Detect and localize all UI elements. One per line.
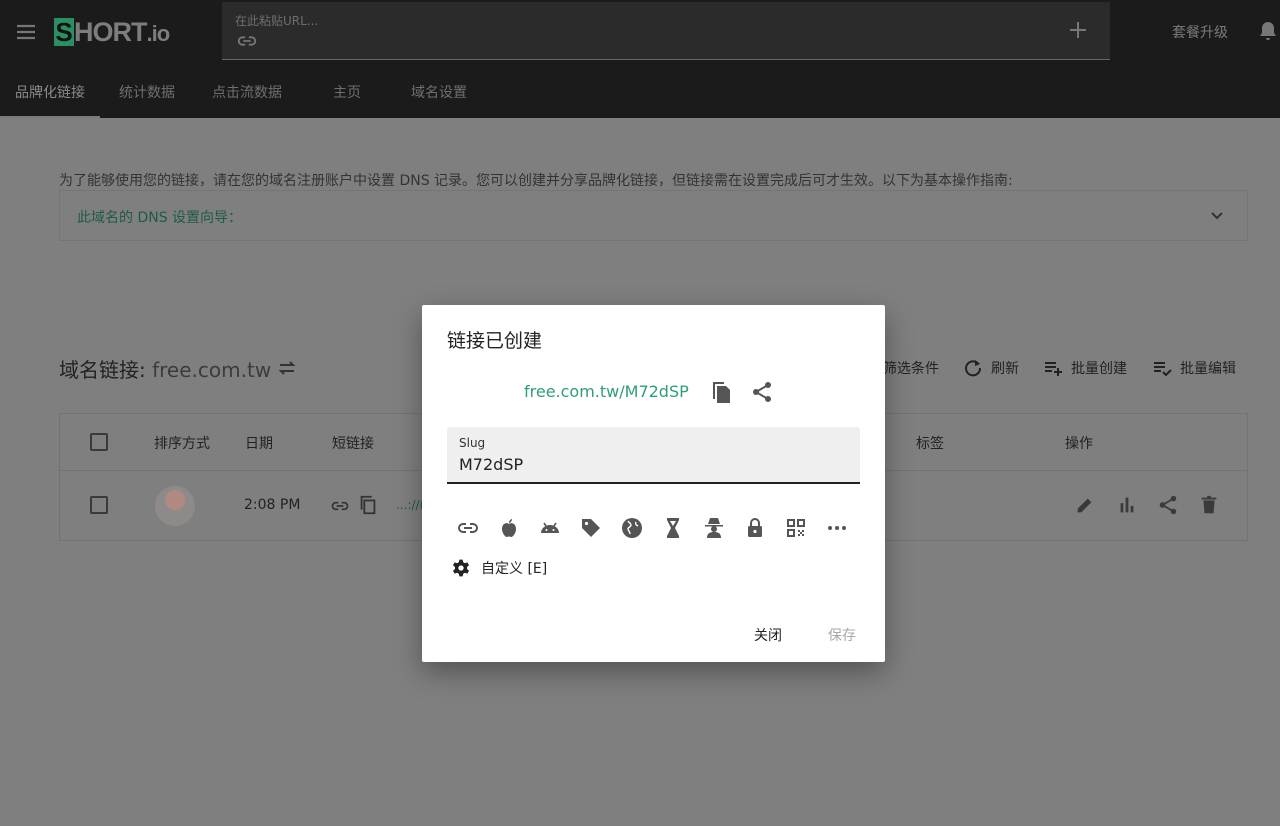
created-short-link[interactable]: free.com.tw/M72dSP	[524, 382, 689, 401]
avatar	[155, 486, 195, 526]
row-short-link[interactable]: ...://(	[396, 498, 424, 512]
save-button[interactable]: 保存	[828, 625, 856, 645]
domain-name[interactable]: free.com.tw	[152, 358, 271, 382]
logo-mark: S	[54, 17, 74, 47]
dialog-title: 链接已创建	[447, 330, 543, 352]
logo[interactable]: S HORT.io	[54, 14, 170, 50]
tab-statistics[interactable]: 统计数据	[104, 64, 190, 118]
customize-button[interactable]: 自定义 [E]	[451, 557, 547, 579]
lock-icon[interactable]	[743, 516, 767, 540]
top-app-bar: S HORT.io 在此粘贴URL... 套餐升级	[0, 0, 1280, 64]
customize-label: 自定义 [E]	[481, 561, 548, 577]
link-created-dialog: 链接已创建 free.com.tw/M72dSP Slug M72dSP 自定义…	[422, 305, 885, 662]
playlist-add-icon	[1045, 362, 1062, 376]
refresh-button[interactable]: 刷新	[963, 358, 1019, 378]
row-checkbox[interactable]	[90, 496, 108, 514]
slug-field[interactable]: Slug M72dSP	[447, 427, 860, 484]
bulk-create-button[interactable]: 批量创建	[1043, 358, 1127, 378]
gear-icon	[453, 559, 469, 577]
tags-header: 标签	[916, 436, 944, 452]
filter-button[interactable]: 筛选条件	[883, 358, 939, 378]
copy-icon[interactable]	[709, 379, 733, 405]
actions-header: 操作	[1065, 436, 1093, 452]
tab-bar: 品牌化链接 统计数据 点击流数据 主页 域名设置	[0, 64, 1280, 118]
link-icon[interactable]	[456, 516, 480, 540]
url-input-box[interactable]: 在此粘贴URL...	[222, 2, 1110, 60]
short-link-header: 短链接	[332, 436, 374, 452]
tab-clickstream[interactable]: 点击流数据	[196, 64, 298, 118]
tab-domain-settings[interactable]: 域名设置	[396, 64, 482, 118]
swap-icon[interactable]	[276, 357, 298, 379]
bulk-edit-button[interactable]: 批量编辑	[1152, 358, 1236, 378]
slug-label: Slug	[459, 436, 486, 450]
link-options-toolbar	[454, 516, 854, 540]
link-icon	[237, 36, 257, 46]
dns-notice-text: 为了能够使用您的链接，请在您的域名注册账户中设置 DNS 记录。您可以创建并分享…	[59, 173, 1013, 189]
incognito-icon[interactable]	[702, 516, 726, 540]
copy-icon[interactable]	[357, 494, 379, 516]
bar-chart-icon[interactable]	[1116, 494, 1138, 516]
row-time: 2:08 PM	[244, 497, 301, 513]
close-button[interactable]: 关闭	[754, 625, 782, 645]
edit-icon[interactable]	[1074, 494, 1096, 516]
menu-icon[interactable]	[14, 20, 38, 44]
share-icon[interactable]	[750, 380, 774, 404]
tab-branded-links[interactable]: 品牌化链接	[0, 64, 100, 118]
dns-guide-label: 此域名的 DNS 设置向导：	[77, 210, 243, 226]
globe-icon[interactable]	[620, 516, 644, 540]
refresh-icon	[965, 360, 982, 377]
dns-setup-guide-panel[interactable]: 此域名的 DNS 设置向导：	[59, 190, 1248, 241]
qr-code-icon[interactable]	[784, 516, 808, 540]
delete-icon[interactable]	[1198, 494, 1220, 516]
android-icon[interactable]	[538, 516, 562, 540]
domain-links-title: 域名链接: free.com.tw	[59, 358, 272, 382]
plus-icon[interactable]	[1068, 20, 1088, 40]
playlist-check-icon	[1154, 362, 1172, 377]
share-icon[interactable]	[1157, 494, 1179, 516]
apple-icon[interactable]	[497, 516, 521, 540]
url-input-placeholder: 在此粘贴URL...	[235, 14, 319, 28]
date-header: 日期	[245, 436, 273, 452]
slug-input[interactable]: M72dSP	[459, 455, 523, 474]
more-icon[interactable]	[825, 516, 849, 540]
tag-icon[interactable]	[579, 516, 603, 540]
logo-text: HORT.io	[74, 16, 170, 47]
tab-home[interactable]: 主页	[318, 64, 376, 118]
sort-header[interactable]: 排序方式	[154, 433, 210, 453]
link-icon	[331, 501, 349, 511]
bell-icon[interactable]	[1256, 19, 1280, 43]
hourglass-icon[interactable]	[661, 516, 685, 540]
select-all-checkbox[interactable]	[90, 433, 108, 451]
chevron-down-icon[interactable]	[1207, 206, 1227, 226]
upgrade-plan-link[interactable]: 套餐升级	[1172, 22, 1228, 42]
